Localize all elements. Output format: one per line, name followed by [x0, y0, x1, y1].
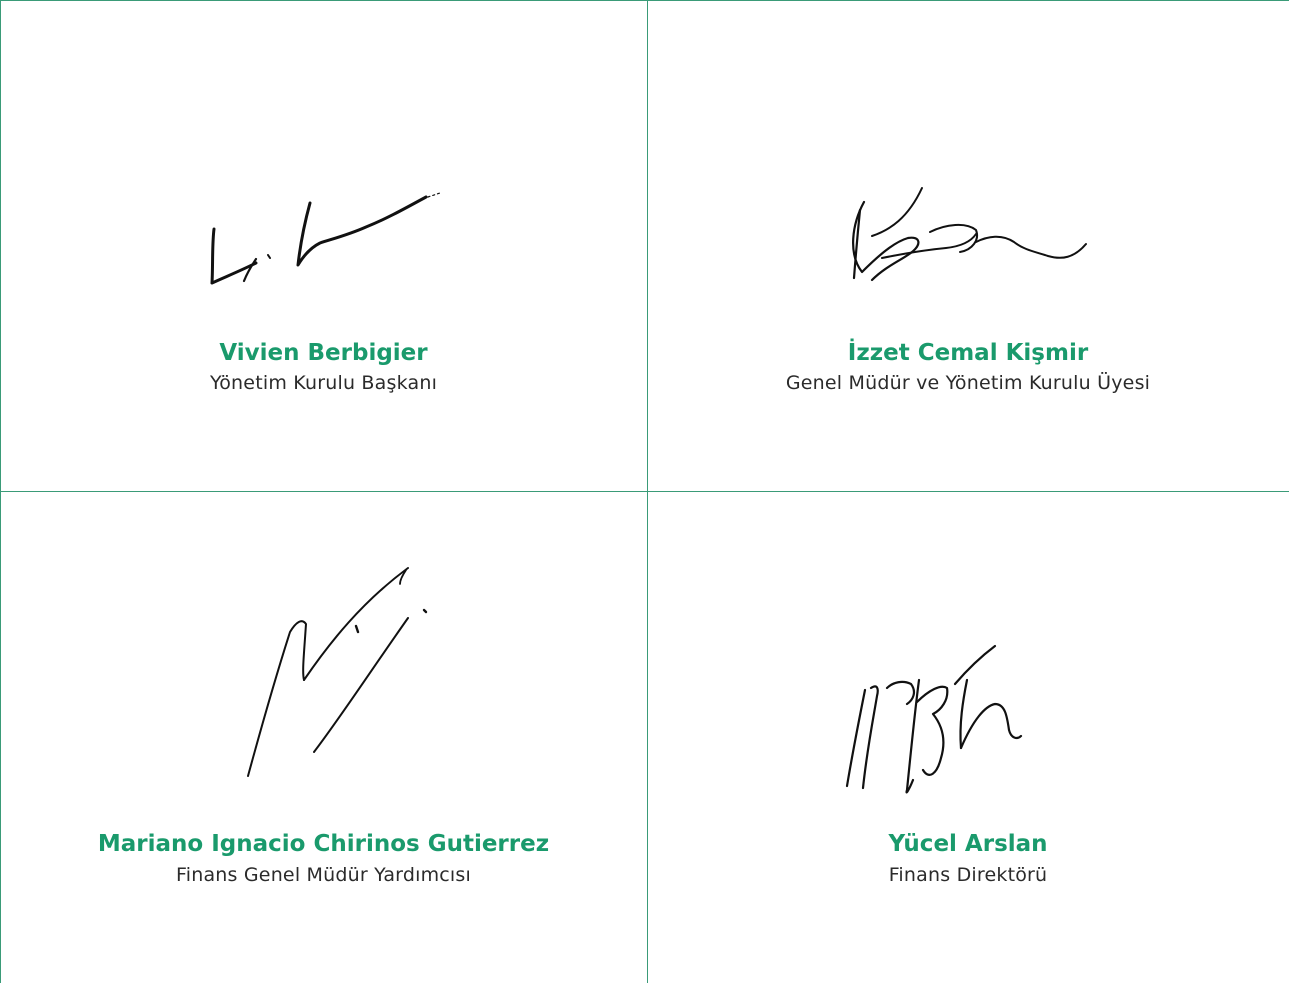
signature-grid: Vivien Berbigier Yönetim Kurulu Başkanı …	[0, 0, 1289, 983]
signature-arslan	[845, 644, 1023, 794]
signatory-cell-3: Mariano Ignacio Chirinos Gutierrez Finan…	[0, 492, 647, 983]
signatory-cell-1: Vivien Berbigier Yönetim Kurulu Başkanı	[0, 0, 647, 491]
signature-berbigier	[210, 192, 441, 285]
signatory-name: Yücel Arslan	[888, 831, 1048, 857]
signatory-title: Finans Genel Müdür Yardımcısı	[175, 864, 471, 886]
signature-chirinos	[247, 567, 428, 777]
signatory-title: Finans Direktörü	[888, 864, 1048, 886]
signatory-cell-2: İzzet Cemal Kişmir Genel Müdür ve Yöneti…	[647, 0, 1289, 491]
signatory-name: İzzet Cemal Kişmir	[847, 340, 1089, 366]
signatory-cell-4: Yücel Arslan Finans Direktörü	[647, 492, 1289, 983]
signatory-title: Yönetim Kurulu Başkanı	[209, 372, 438, 394]
signatory-name: Vivien Berbigier	[219, 340, 428, 366]
signature-kismir	[852, 187, 1087, 282]
signatory-name: Mariano Ignacio Chirinos Gutierrez	[97, 831, 550, 857]
signatory-title: Genel Müdür ve Yönetim Kurulu Üyesi	[785, 372, 1151, 394]
